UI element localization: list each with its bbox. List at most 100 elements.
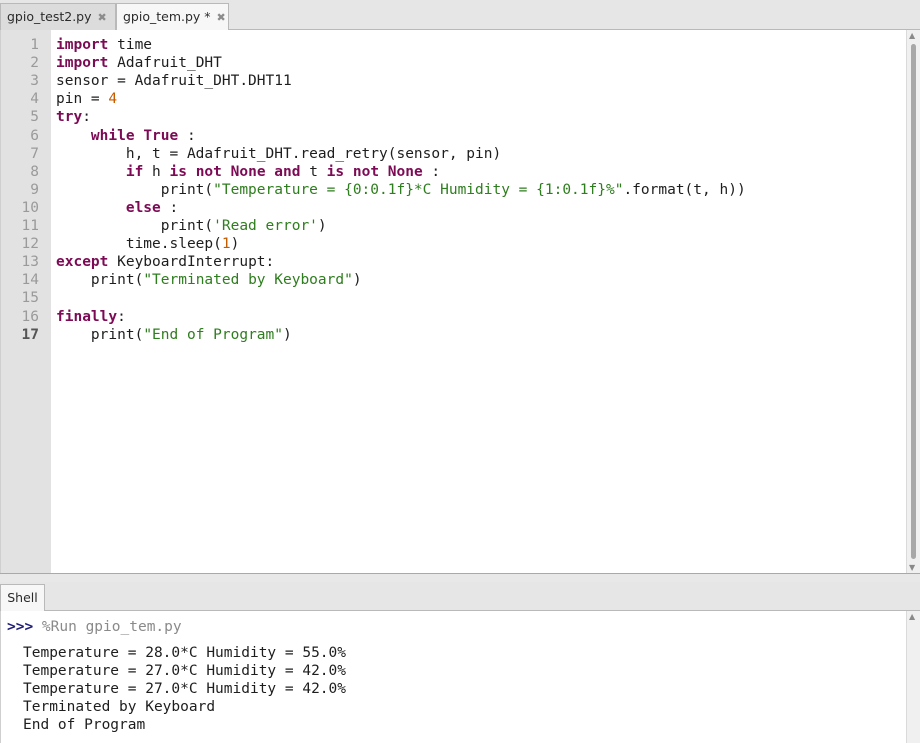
scroll-up-arrow-icon[interactable]: ▲ bbox=[909, 612, 915, 621]
shell-prompt: >>> bbox=[7, 619, 34, 635]
keyword: else bbox=[125, 199, 161, 216]
code-line[interactable]: else : bbox=[56, 199, 178, 217]
code-text: Adafruit_DHT bbox=[108, 55, 222, 72]
line-number: 2 bbox=[30, 55, 39, 72]
code-text: print( bbox=[56, 181, 214, 198]
code-text: : bbox=[422, 163, 441, 180]
code-text: print( bbox=[56, 218, 214, 234]
code-line[interactable]: print('Read error') bbox=[56, 217, 327, 235]
code-text: print( bbox=[56, 326, 144, 343]
code-text: .format(t, h)) bbox=[623, 181, 746, 198]
tab-label: gpio_test2.py bbox=[7, 9, 92, 24]
code-text: ) bbox=[283, 326, 292, 343]
keyword: if bbox=[125, 163, 144, 180]
shell-scrollbar[interactable]: ▲ bbox=[906, 611, 920, 743]
shell-output-line: End of Program bbox=[23, 717, 146, 734]
tab-gpio-test2[interactable]: gpio_test2.py ✖ bbox=[0, 3, 116, 30]
tab-gpio-tem[interactable]: gpio_tem.py * ✖ bbox=[116, 3, 229, 31]
number-literal: 4 bbox=[108, 91, 118, 108]
code-text: : bbox=[178, 127, 196, 144]
close-icon[interactable]: ✖ bbox=[217, 11, 226, 24]
keyword: is not None and bbox=[169, 163, 301, 180]
keyword: try bbox=[56, 109, 83, 126]
code-line[interactable]: while True : bbox=[56, 127, 196, 145]
code-text: ) bbox=[317, 218, 327, 234]
keyword: is not None bbox=[326, 163, 423, 180]
keyword: finally bbox=[56, 308, 118, 325]
line-number: 16 bbox=[21, 308, 39, 325]
code-line[interactable]: import time bbox=[56, 36, 152, 54]
string-literal: "End of Program" bbox=[143, 326, 283, 343]
code-line[interactable]: except KeyboardInterrupt: bbox=[56, 253, 274, 271]
shell-output-line: Temperature = 27.0*C Humidity = 42.0% bbox=[23, 663, 347, 680]
shell-tab-bar: Shell bbox=[0, 582, 920, 612]
code-line[interactable]: print("End of Program") bbox=[56, 326, 292, 344]
code-line[interactable]: sensor = Adafruit_DHT.DHT11 bbox=[56, 72, 292, 90]
code-editor[interactable]: 1 2 3 4 5 6 7 8 9 10 11 12 13 14 15 16 1… bbox=[0, 30, 920, 574]
keyword: while bbox=[90, 127, 135, 144]
tab-shell[interactable]: Shell bbox=[0, 584, 45, 612]
code-text: h bbox=[143, 163, 170, 180]
editor-scrollbar[interactable]: ▲ ▼ bbox=[906, 30, 920, 573]
string-literal: "Terminated by Keyboard" bbox=[143, 272, 353, 289]
code-text: t bbox=[300, 163, 327, 180]
line-number: 6 bbox=[30, 127, 39, 144]
code-text: : bbox=[117, 308, 126, 325]
code-line[interactable]: print("Temperature = {0:0.1f}*C Humidity… bbox=[56, 181, 746, 199]
code-text: time.sleep( bbox=[56, 236, 222, 253]
scroll-up-arrow-icon[interactable]: ▲ bbox=[909, 31, 915, 40]
keyword: import bbox=[56, 37, 109, 53]
line-number: 5 bbox=[30, 109, 39, 126]
editor-tab-bar: gpio_test2.py ✖ gpio_tem.py * ✖ bbox=[0, 0, 920, 31]
line-number: 9 bbox=[30, 181, 39, 198]
line-number-gutter: 1 2 3 4 5 6 7 8 9 10 11 12 13 14 15 16 1… bbox=[0, 30, 51, 573]
code-line[interactable]: finally: bbox=[56, 308, 126, 326]
close-icon[interactable]: ✖ bbox=[98, 11, 107, 24]
code-line[interactable]: pin = 4 bbox=[56, 90, 117, 108]
line-number: 7 bbox=[30, 145, 39, 162]
line-number: 13 bbox=[21, 254, 39, 271]
shell-output-line: Temperature = 27.0*C Humidity = 42.0% bbox=[23, 681, 347, 698]
number-literal: 1 bbox=[221, 236, 231, 253]
code-text: print( bbox=[56, 272, 144, 289]
line-number: 14 bbox=[21, 272, 39, 289]
code-text: : bbox=[82, 109, 91, 126]
scrollbar-thumb[interactable] bbox=[911, 44, 916, 559]
shell-command-line[interactable]: >>> %Run gpio_tem.py bbox=[7, 618, 182, 636]
line-number: 11 bbox=[21, 218, 39, 234]
shell-output-line: Terminated by Keyboard bbox=[23, 699, 216, 716]
code-line[interactable]: if h is not None and t is not None : bbox=[56, 163, 440, 181]
line-number: 12 bbox=[21, 236, 39, 253]
code-line[interactable]: import Adafruit_DHT bbox=[56, 54, 222, 72]
code-line[interactable]: print("Terminated by Keyboard") bbox=[56, 271, 362, 289]
scroll-down-arrow-icon[interactable]: ▼ bbox=[909, 563, 915, 572]
line-number: 15 bbox=[21, 290, 39, 307]
line-number: 10 bbox=[21, 199, 39, 216]
code-text: KeyboardInterrupt: bbox=[108, 254, 275, 271]
code-line[interactable]: try: bbox=[56, 108, 91, 126]
keyword: import bbox=[56, 55, 109, 72]
code-text: sensor = Adafruit_DHT.DHT11 bbox=[56, 73, 292, 90]
code-text: time bbox=[108, 37, 153, 53]
line-number: 1 bbox=[30, 37, 39, 53]
keyword: True bbox=[143, 127, 179, 144]
code-text: ) bbox=[352, 272, 362, 289]
code-text: pin = bbox=[56, 91, 109, 108]
keyword: except bbox=[56, 254, 109, 271]
line-number: 3 bbox=[30, 73, 39, 90]
line-number: 8 bbox=[30, 163, 39, 180]
string-literal: 'Read error' bbox=[213, 218, 318, 234]
code-text: : bbox=[160, 199, 179, 216]
code-line[interactable]: h, t = Adafruit_DHT.read_retry(sensor, p… bbox=[56, 145, 501, 163]
line-number-current: 17 bbox=[21, 326, 39, 343]
shell-panel[interactable]: >>> %Run gpio_tem.py Temperature = 28.0*… bbox=[0, 611, 920, 743]
shell-output-line: Temperature = 28.0*C Humidity = 55.0% bbox=[23, 645, 347, 661]
tab-label: gpio_tem.py * bbox=[123, 9, 211, 24]
string-literal: "Temperature = {0:0.1f}*C Humidity = {1:… bbox=[213, 181, 624, 198]
code-text: ) bbox=[230, 236, 240, 253]
shell-command: %Run gpio_tem.py bbox=[33, 619, 182, 635]
code-line[interactable]: time.sleep(1) bbox=[56, 235, 240, 253]
